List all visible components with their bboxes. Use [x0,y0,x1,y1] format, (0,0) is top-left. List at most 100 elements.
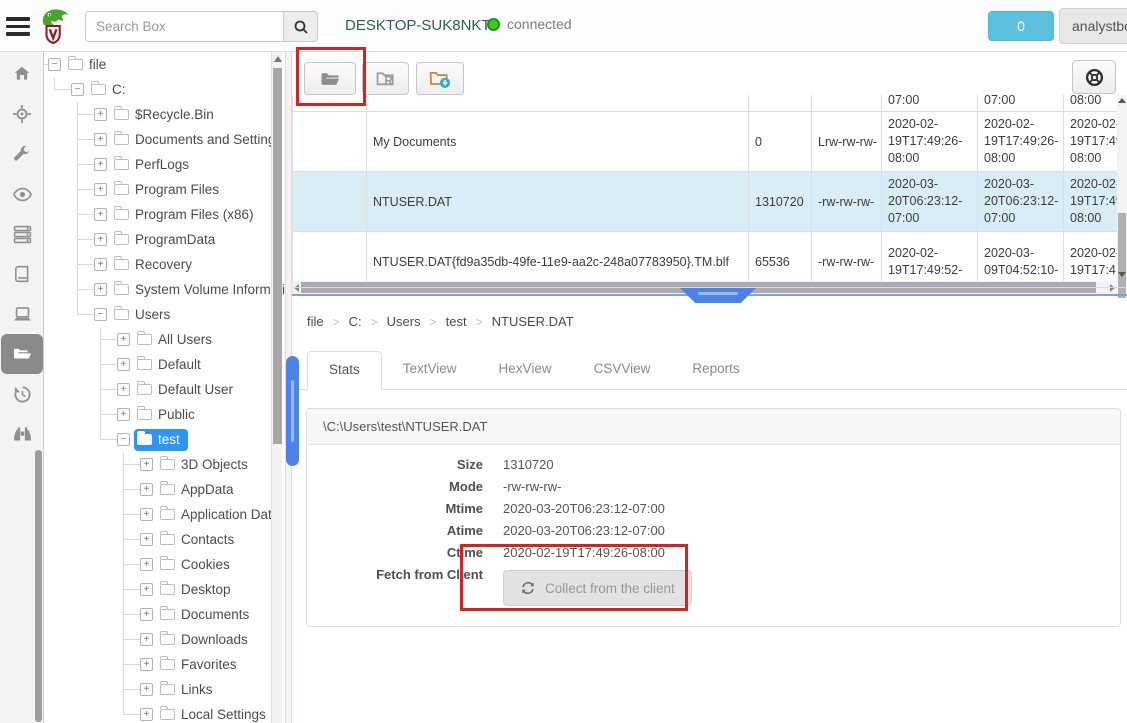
tree-node[interactable]: + Downloads [44,627,285,652]
breadcrumb-item[interactable]: NTUSER.DAT [467,314,574,329]
tree-expander-icon[interactable]: + [117,358,130,371]
tree-node[interactable]: + ProgramData [44,227,285,252]
sidebar-item-home[interactable] [0,54,44,94]
tree-expander-icon[interactable]: + [140,458,153,471]
tree-expander-icon[interactable]: + [140,708,153,721]
table-row[interactable]: NTUSER.DAT 1310720 -rw-rw-rw- 2020-03-20… [292,172,1127,232]
notifications-button[interactable]: 0 [988,11,1054,41]
tree-node[interactable]: + System Volume Informati [44,277,285,302]
search-button[interactable] [283,12,317,41]
tree-expander-icon[interactable]: − [48,58,61,71]
velociraptor-logo[interactable] [38,4,72,51]
tree-expander-icon[interactable]: + [140,508,153,521]
tree-node[interactable]: + Desktop [44,577,285,602]
breadcrumb-item[interactable]: test [421,314,467,329]
tree-node[interactable]: − C: [44,77,285,102]
tree-scrollbar[interactable] [271,52,282,723]
tree-expander-icon[interactable]: + [117,383,130,396]
help-button[interactable] [1072,60,1116,94]
tree-expander-icon[interactable]: + [94,208,107,221]
open-folder-button[interactable] [304,62,356,95]
tree-node[interactable]: + Documents [44,602,285,627]
sidebar-item-notebooks[interactable] [0,254,44,294]
sidebar-item-host-info[interactable] [0,294,44,334]
tree-node[interactable]: + Default User [44,377,285,402]
tree-node[interactable]: + Application Data [44,502,285,527]
tree-expander-icon[interactable]: + [140,608,153,621]
breadcrumb-item[interactable]: C: [324,314,362,329]
vertical-scrollbar-thumb[interactable] [1118,213,1126,298]
tab[interactable]: Stats [307,351,382,390]
tree-expander-icon[interactable]: + [117,333,130,346]
scroll-up-arrow-icon[interactable] [274,56,282,62]
tree-node[interactable]: − Users [44,302,285,327]
tree-expander-icon[interactable]: + [140,658,153,671]
vertical-splitter-handle[interactable] [286,356,299,466]
tree-node[interactable]: + Public [44,402,285,427]
tree-node[interactable]: + Links [44,677,285,702]
tree-node[interactable]: + 3D Objects [44,452,285,477]
user-menu-button[interactable]: analystbob [1059,8,1127,44]
tab[interactable]: HexView [478,351,573,390]
tree-expander-icon[interactable]: + [94,133,107,146]
scroll-up-arrow-icon[interactable] [1118,98,1126,103]
sidebar-item-vfs-browser[interactable] [1,334,43,374]
sidebar-item-hunts[interactable] [0,94,44,134]
search-input[interactable] [86,12,283,41]
tree-node[interactable]: + $Recycle.Bin [44,102,285,127]
tree-expander-icon[interactable]: + [94,183,107,196]
tree-node[interactable]: − test [44,427,285,452]
tree-node[interactable]: + Contacts [44,527,285,552]
tree-expander-icon[interactable]: − [71,83,84,96]
tree-expander-icon[interactable]: + [94,283,107,296]
sidebar-item-search-clients[interactable] [0,414,44,454]
tree-expander-icon[interactable]: − [117,433,130,446]
tree-node[interactable]: + Program Files [44,177,285,202]
tree-scrollbar-thumb[interactable] [273,68,282,444]
hamburger-menu-icon[interactable] [6,13,32,39]
sidebar-item-collected-history[interactable] [0,374,44,414]
tree-expander-icon[interactable]: − [94,308,107,321]
scroll-right-arrow-icon[interactable] [1110,284,1115,292]
scroll-down-arrow-icon[interactable] [1118,272,1126,277]
tree-expander-icon[interactable]: + [140,483,153,496]
tree-node[interactable]: + Recovery [44,252,285,277]
tree-node[interactable]: + Favorites [44,652,285,677]
sidebar-scrollbar[interactable] [35,450,42,722]
table-row[interactable]: 07:00 07:00 08:00 [292,95,1127,112]
breadcrumb-item[interactable]: Users [362,314,421,329]
client-name[interactable]: DESKTOP-SUK8NKT [345,17,491,34]
tree-expander-icon[interactable]: + [140,533,153,546]
tree-expander-icon[interactable]: + [140,633,153,646]
tree-node[interactable]: − file [44,52,285,77]
refresh-directory-button[interactable]: R [362,62,409,95]
tree-expander-icon[interactable]: + [140,583,153,596]
sidebar-item-artifacts[interactable] [0,134,44,174]
tree-node[interactable]: + PerfLogs [44,152,285,177]
tree-node[interactable]: + AppData [44,477,285,502]
tree-expander-icon[interactable]: + [94,158,107,171]
download-folder-button[interactable] [416,62,464,95]
tree-expander-icon[interactable]: + [94,108,107,121]
tree-expander-icon[interactable]: + [94,258,107,271]
tree-node[interactable]: + Documents and Settings [44,127,285,152]
tree-expander-icon[interactable]: + [94,233,107,246]
tree-node[interactable]: + Default [44,352,285,377]
tree-expander-icon[interactable]: + [140,558,153,571]
table-row[interactable]: NTUSER.DAT{fd9a35db-49fe-11e9-aa2c-248a0… [292,232,1127,281]
table-row[interactable]: My Documents 0 Lrw-rw-rw- 2020-02-19T17:… [292,112,1127,172]
sidebar-item-server[interactable] [0,214,44,254]
sidebar-item-view[interactable] [0,174,44,214]
tab[interactable]: TextView [382,351,478,390]
tree-node[interactable]: + Cookies [44,552,285,577]
tree-node[interactable]: + Local Settings [44,702,285,723]
tree-expander-icon[interactable]: + [117,408,130,421]
tree-node[interactable]: + All Users [44,327,285,352]
collect-from-client-button[interactable]: Collect from the client [503,570,692,606]
tab[interactable]: CSVView [573,351,672,390]
tree-node[interactable]: + Program Files (x86) [44,202,285,227]
tree-expander-icon[interactable]: + [140,683,153,696]
breadcrumb-item[interactable]: file [307,314,324,329]
tab[interactable]: Reports [671,351,760,390]
table-vertical-scrollbar[interactable] [1117,95,1127,281]
